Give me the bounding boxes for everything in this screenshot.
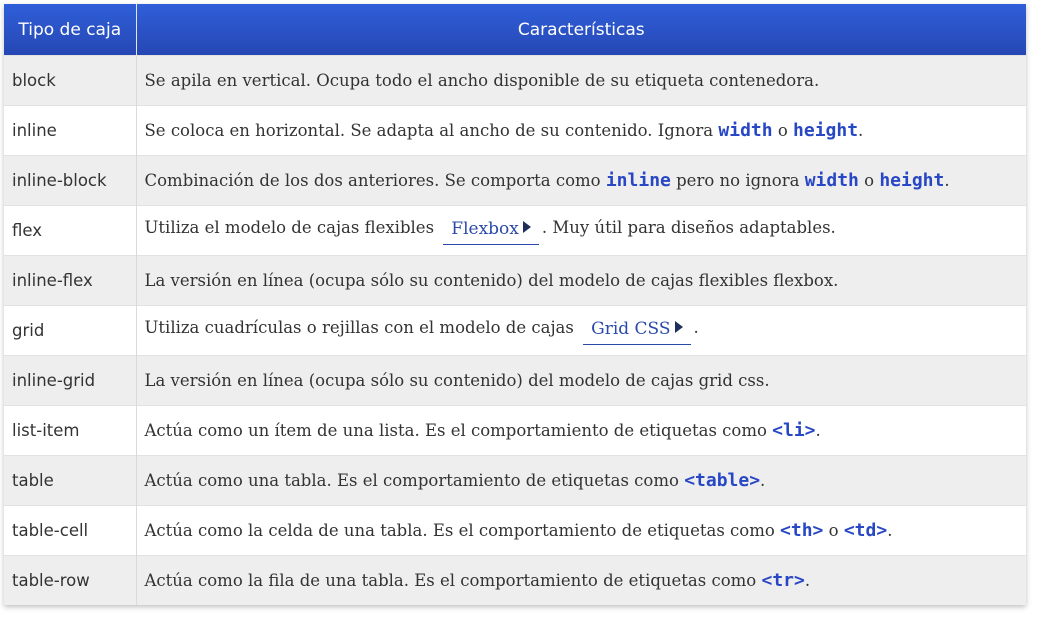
desc-text: o [772,121,794,140]
row-description: Actúa como una tabla. Es el comportamien… [136,455,1026,506]
row-description: Actúa como la fila de una tabla. Es el c… [136,555,1026,605]
link-label: Flexbox [451,218,519,239]
table-row: list-item Actúa como un ítem de una list… [4,405,1026,456]
row-type: flex [4,205,137,256]
row-type: grid [4,305,137,356]
row-type: list-item [4,405,137,456]
code-keyword: <table> [684,470,761,491]
row-type: inline-grid [4,355,137,406]
row-type: table-row [4,555,137,605]
play-arrow-icon [674,320,683,333]
row-description: Utiliza el modelo de cajas flexibles Fle… [136,205,1026,256]
table-row: flex Utiliza el modelo de cajas flexible… [4,205,1026,256]
row-type: inline-block [4,155,137,206]
row-description: Se apila en vertical. Ocupa todo el anch… [136,55,1026,106]
play-arrow-icon [522,220,531,233]
desc-text: Actúa como una tabla. Es el comportamien… [144,471,685,490]
row-type: inline [4,105,137,156]
desc-text: . Muy útil para diseños adaptables. [541,217,836,237]
link-label: Grid CSS [591,318,671,339]
desc-text: o [858,171,880,190]
row-description: Utiliza cuadrículas o rejillas con el mo… [136,305,1026,356]
code-keyword: width [718,120,773,141]
row-description: Actúa como la celda de una tabla. Es el … [136,505,1026,556]
grid-css-link[interactable]: Grid CSS [583,318,691,345]
row-description: La versión en línea (ocupa sólo su conte… [136,255,1026,306]
desc-text: Actúa como un ítem de una lista. Es el c… [144,421,773,440]
table-row: table-cell Actúa como la celda de una ta… [4,505,1026,556]
header-box-type: Tipo de caja [4,4,137,56]
desc-text: o [823,521,844,540]
table-row: table-row Actúa como la fila de una tabl… [4,555,1026,605]
code-keyword: <td> [843,520,888,541]
desc-text: . [693,317,699,337]
code-keyword: <tr> [761,570,805,591]
table-row: inline-flex La versión en línea (ocupa s… [4,255,1026,306]
desc-text: . [858,121,864,140]
code-keyword: height [793,120,859,141]
desc-text: . [760,471,766,490]
row-description: La versión en línea (ocupa sólo su conte… [136,355,1026,406]
table-row: inline-grid La versión en línea (ocupa s… [4,355,1026,406]
code-keyword: height [879,170,945,191]
code-keyword: <li> [772,420,816,441]
table-row: inline Se coloca en horizontal. Se adapt… [4,105,1026,156]
desc-text: . [887,521,893,540]
table-row: table Actúa como una tabla. Es el compor… [4,455,1026,506]
code-keyword: width [804,170,859,191]
row-type: inline-flex [4,255,137,306]
row-type: block [4,55,137,106]
desc-text: Se apila en vertical. Ocupa todo el anch… [144,71,820,90]
desc-text: Se coloca en horizontal. Se adapta al an… [144,121,719,140]
desc-text: Utiliza el modelo de cajas flexibles [144,217,440,237]
code-keyword: inline [605,170,671,191]
table-row: grid Utiliza cuadrículas o rejillas con … [4,305,1026,356]
row-type: table [4,455,137,506]
table-row: inline-block Combinación de los dos ante… [4,155,1026,206]
row-description: Combinación de los dos anteriores. Se co… [136,155,1026,206]
flexbox-link[interactable]: Flexbox [443,219,539,245]
code-keyword: <th> [780,520,824,541]
desc-text: . [944,171,950,190]
desc-text: La versión en línea (ocupa sólo su conte… [144,371,770,390]
display-types-table-container: Tipo de caja Características block Se ap… [4,4,1026,605]
table-row: block Se apila en vertical. Ocupa todo e… [4,55,1026,106]
table-header-row: Tipo de caja Características [4,4,1026,56]
row-type: table-cell [4,505,137,556]
row-description: Actúa como un ítem de una lista. Es el c… [136,405,1026,456]
desc-text: Combinación de los dos anteriores. Se co… [144,171,606,190]
desc-text: Utiliza cuadrículas o rejillas con el mo… [144,317,580,337]
desc-text: Actúa como la fila de una tabla. Es el c… [144,571,762,590]
desc-text: La versión en línea (ocupa sólo su conte… [144,271,839,290]
display-types-table: Tipo de caja Características block Se ap… [4,4,1026,605]
header-characteristics: Características [136,4,1026,56]
desc-text: . [815,421,821,440]
desc-text: pero no ignora [670,171,805,190]
row-description: Se coloca en horizontal. Se adapta al an… [136,105,1026,156]
desc-text: . [804,571,811,590]
desc-text: Actúa como la celda de una tabla. Es el … [144,521,781,540]
